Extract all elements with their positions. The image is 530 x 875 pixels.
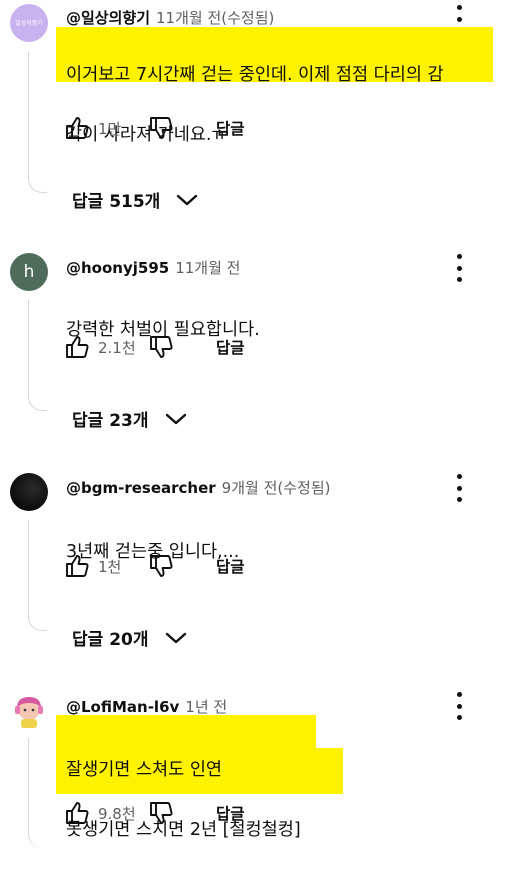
lofi-character-icon <box>15 697 43 728</box>
author-name[interactable]: @LofiMan-l6v <box>66 698 179 716</box>
comment-actions: 9.8천 답글 <box>64 800 245 826</box>
more-vert-icon[interactable] <box>452 474 466 502</box>
like-icon[interactable] <box>64 553 90 579</box>
comment-actions: 1만 답글 <box>64 115 245 141</box>
comment-actions: 1천 답글 <box>64 553 245 579</box>
avatar[interactable]: h <box>10 253 48 291</box>
chevron-down-icon <box>165 413 186 424</box>
avatar[interactable]: 일상의향기 <box>10 4 48 42</box>
reply-button[interactable]: 답글 <box>216 802 245 824</box>
comment-time: 9개월 전(수정됨) <box>221 479 331 497</box>
avatar[interactable] <box>10 473 48 511</box>
comment-text: 이거보고 7시간째 걷는 중인데. 이제 점점 다리의 감 각이 사라져 가네요… <box>66 30 444 180</box>
replies-count: 답글 23개 <box>72 411 149 431</box>
comment-text-line: 잘생기면 스쳐도 인연 <box>66 760 223 780</box>
author-name[interactable]: @bgm-researcher <box>66 479 216 497</box>
thread-connector <box>28 738 47 848</box>
comment-header: @hoonyj595 11개월 전 <box>66 257 240 278</box>
more-vert-icon[interactable] <box>452 254 466 282</box>
dislike-icon[interactable] <box>148 553 174 579</box>
avatar[interactable] <box>10 692 48 730</box>
like-count: 1천 <box>98 557 122 576</box>
comment-header: @일상의향기 11개월 전(수정됨) <box>66 7 274 28</box>
comment-header: @LofiMan-l6v 1년 전 <box>66 696 227 717</box>
thread-connector <box>28 52 47 193</box>
avatar-text: 일상의향기 <box>15 19 43 27</box>
comment-text: 3년째 걷는중 입니다,... <box>66 507 239 597</box>
reply-button[interactable]: 답글 <box>216 117 245 139</box>
thread-connector <box>28 300 47 411</box>
more-vert-icon[interactable] <box>452 692 466 720</box>
replies-toggle[interactable]: 답글 23개 <box>72 406 187 431</box>
reply-button[interactable]: 답글 <box>216 555 245 577</box>
like-icon[interactable] <box>64 800 90 826</box>
replies-toggle[interactable]: 답글 20개 <box>72 625 187 650</box>
author-name[interactable]: @일상의향기 <box>66 9 150 27</box>
chevron-down-icon <box>165 632 186 643</box>
comment-text: 강력한 처벌이 필요합니다. <box>66 285 260 375</box>
comment-time: 11개월 전(수정됨) <box>156 9 275 27</box>
replies-toggle[interactable]: 답글 515개 <box>72 187 198 212</box>
comment-header: @bgm-researcher 9개월 전(수정됨) <box>66 477 331 498</box>
comment-time: 11개월 전 <box>175 259 241 277</box>
like-icon[interactable] <box>64 115 90 141</box>
like-count: 2.1천 <box>98 338 136 357</box>
like-icon[interactable] <box>64 334 90 360</box>
avatar-letter: h <box>23 262 35 282</box>
replies-count: 답글 515개 <box>72 192 161 212</box>
comment-actions: 2.1천 답글 <box>64 334 245 360</box>
thread-connector <box>28 520 47 631</box>
author-name[interactable]: @hoonyj595 <box>66 259 169 277</box>
comment-time: 1년 전 <box>185 698 228 716</box>
dislike-icon[interactable] <box>148 334 174 360</box>
like-count: 9.8천 <box>98 804 136 823</box>
dislike-icon[interactable] <box>148 115 174 141</box>
comment-text-line: 이거보고 7시간째 걷는 중인데. 이제 점점 다리의 감 <box>66 65 444 85</box>
replies-count: 답글 20개 <box>72 630 149 650</box>
dislike-icon[interactable] <box>148 800 174 826</box>
chevron-down-icon <box>177 194 198 205</box>
reply-button[interactable]: 답글 <box>216 336 245 358</box>
like-count: 1만 <box>98 119 122 138</box>
